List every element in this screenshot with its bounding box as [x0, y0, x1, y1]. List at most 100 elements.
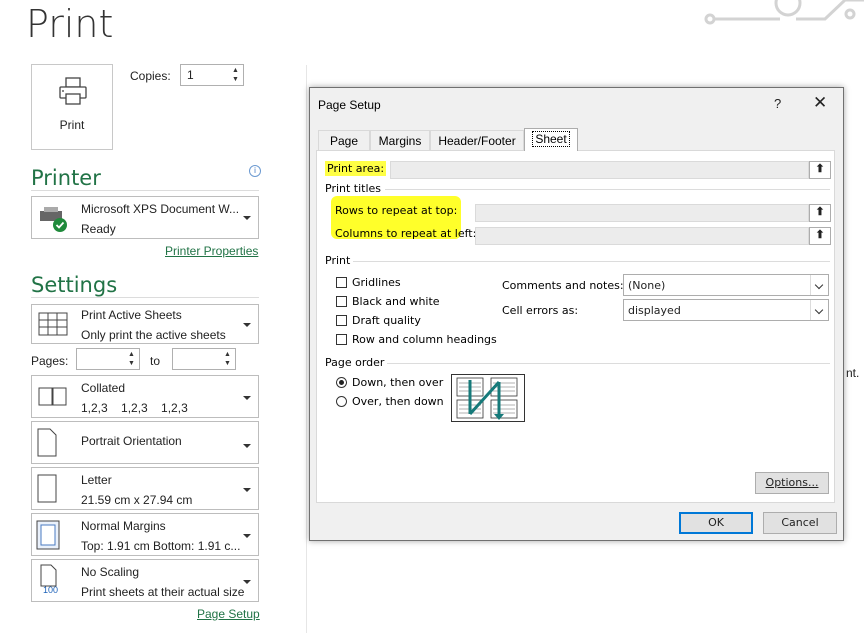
- printer-separator: [31, 190, 259, 191]
- caret-down-icon: [243, 580, 251, 584]
- tab-label: Header/Footer: [438, 134, 516, 148]
- print-titles-rule: [385, 189, 830, 190]
- collated-pages-icon: [38, 387, 67, 406]
- paper-size-dropdown[interactable]: Letter 21.59 cm x 27.94 cm: [31, 467, 259, 510]
- collapse-dialog-icon[interactable]: ⬆: [809, 204, 831, 222]
- page-title: Print: [26, 2, 114, 46]
- over-then-down-radio[interactable]: [336, 396, 347, 407]
- black-white-label: Black and white: [352, 295, 440, 308]
- tab-margins[interactable]: Margins: [370, 130, 430, 150]
- comments-label: Comments and notes:: [502, 279, 624, 292]
- print-area-input[interactable]: [390, 161, 809, 179]
- cell-errors-label: Cell errors as:: [502, 304, 579, 317]
- cancel-button[interactable]: Cancel: [763, 512, 837, 534]
- circuit-decoration: [704, 0, 864, 25]
- options-button[interactable]: Options...: [755, 472, 829, 494]
- comments-select[interactable]: (None): [623, 274, 829, 296]
- close-icon[interactable]: ✕: [813, 93, 827, 113]
- chevron-down-icon[interactable]: [810, 275, 828, 295]
- spin-up-icon[interactable]: ▲: [223, 350, 232, 359]
- row-col-headings-label: Row and column headings: [352, 333, 497, 346]
- tab-label: Margins: [378, 134, 422, 148]
- help-icon[interactable]: ?: [774, 96, 781, 111]
- collapse-dialog-icon[interactable]: ⬆: [809, 161, 831, 179]
- spin-up-icon[interactable]: ▲: [231, 66, 240, 75]
- copies-value: 1: [187, 68, 194, 82]
- tab-header-footer[interactable]: Header/Footer: [430, 130, 524, 150]
- orientation-title: Portrait Orientation: [81, 434, 182, 448]
- tab-sheet[interactable]: Sheet: [524, 128, 578, 151]
- ok-button[interactable]: OK: [679, 512, 753, 534]
- paper-subtitle: 21.59 cm x 27.94 cm: [81, 493, 193, 507]
- collapse-dialog-icon[interactable]: ⬆: [809, 227, 831, 245]
- printer-header: Printer: [31, 166, 101, 190]
- draft-quality-checkbox[interactable]: [336, 315, 347, 326]
- caret-down-icon: [243, 488, 251, 492]
- cell-errors-value: displayed: [628, 304, 681, 317]
- rows-repeat-input[interactable]: [475, 204, 809, 222]
- scaling-title: No Scaling: [81, 565, 140, 579]
- black-white-checkbox[interactable]: [336, 296, 347, 307]
- copies-spinner[interactable]: 1 ▲ ▼: [180, 64, 244, 86]
- margins-dropdown[interactable]: Normal Margins Top: 1.91 cm Bottom: 1.91…: [31, 513, 259, 556]
- cols-repeat-label: Columns to repeat at left:: [335, 227, 477, 240]
- page-setup-link[interactable]: Page Setup: [197, 607, 260, 621]
- down-then-over-radio[interactable]: [336, 377, 347, 388]
- tab-page[interactable]: Page: [318, 130, 370, 150]
- tab-label: Sheet: [532, 131, 570, 147]
- over-then-down-label: Over, then down: [352, 395, 444, 408]
- margins-icon: [36, 520, 60, 550]
- comments-value: (None): [628, 279, 666, 292]
- margins-title: Normal Margins: [81, 519, 166, 533]
- page-setup-dialog: Page Setup ? ✕ Page Margins Header/Foote…: [309, 87, 844, 541]
- printer-properties-link[interactable]: Printer Properties: [165, 244, 258, 258]
- row-col-headings-checkbox[interactable]: [336, 334, 347, 345]
- print-group-label: Print: [325, 254, 351, 267]
- spin-down-icon[interactable]: ▼: [231, 75, 240, 84]
- copies-label: Copies:: [130, 69, 171, 83]
- chevron-down-icon[interactable]: [810, 300, 828, 320]
- scope-title: Print Active Sheets: [81, 308, 182, 322]
- print-button[interactable]: Print: [31, 64, 113, 150]
- pages-label: Pages:: [31, 354, 69, 368]
- paper-icon: [37, 474, 57, 503]
- pages-to-spinner[interactable]: ▲ ▼: [172, 348, 236, 370]
- cols-repeat-input[interactable]: [475, 227, 809, 245]
- printer-status: Ready: [81, 222, 116, 236]
- caret-down-icon: [243, 323, 251, 327]
- gridlines-label: Gridlines: [352, 276, 401, 289]
- printer-name: Microsoft XPS Document W...: [81, 202, 240, 216]
- divider: [306, 65, 307, 633]
- scaling-dropdown[interactable]: 100 No Scaling Print sheets at their act…: [31, 559, 259, 602]
- caret-down-icon: [243, 396, 251, 400]
- orientation-dropdown[interactable]: Portrait Orientation: [31, 421, 259, 464]
- page-order-preview-icon: [451, 374, 525, 422]
- print-titles-label: Print titles: [325, 182, 382, 195]
- spin-down-icon[interactable]: ▼: [223, 359, 232, 368]
- paper-title: Letter: [81, 473, 112, 487]
- tab-label: Page: [329, 134, 359, 148]
- settings-header: Settings: [31, 273, 118, 297]
- caret-down-icon: [243, 216, 251, 220]
- collation-subtitle: 1,2,3 1,2,3 1,2,3: [81, 401, 188, 415]
- cell-errors-select[interactable]: displayed: [623, 299, 829, 321]
- page-order-rule: [387, 363, 830, 364]
- pages-to-label: to: [150, 354, 161, 368]
- pages-from-spinner[interactable]: ▲ ▼: [76, 348, 140, 370]
- print-scope-dropdown[interactable]: Print Active Sheets Only print the activ…: [31, 304, 259, 344]
- spin-up-icon[interactable]: ▲: [127, 350, 136, 359]
- draft-quality-label: Draft quality: [352, 314, 421, 327]
- settings-separator: [31, 297, 259, 298]
- sheet-tab-panel: Print area: ⬆ Print titles Rows to repea…: [316, 150, 835, 503]
- info-icon[interactable]: i: [249, 165, 261, 177]
- collation-dropdown[interactable]: Collated 1,2,3 1,2,3 1,2,3: [31, 375, 259, 418]
- spin-down-icon[interactable]: ▼: [127, 359, 136, 368]
- down-then-over-label: Down, then over: [352, 376, 444, 389]
- printer-dropdown[interactable]: Microsoft XPS Document W... Ready: [31, 196, 259, 239]
- print-group-rule: [353, 261, 830, 262]
- caret-down-icon: [243, 534, 251, 538]
- page-order-label: Page order: [325, 356, 385, 369]
- margins-subtitle: Top: 1.91 cm Bottom: 1.91 c...: [81, 539, 241, 553]
- print-button-label: Print: [59, 118, 85, 132]
- gridlines-checkbox[interactable]: [336, 277, 347, 288]
